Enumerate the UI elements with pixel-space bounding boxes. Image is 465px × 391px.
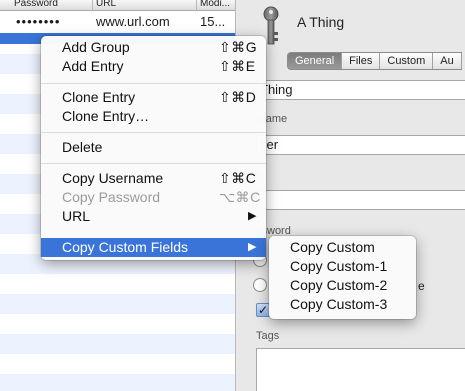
modified-cell: 15... bbox=[200, 14, 226, 29]
url-field[interactable] bbox=[256, 190, 465, 210]
menu-item-url[interactable]: URL ▶ bbox=[41, 207, 266, 226]
submenu-item-copy-custom-2[interactable]: Copy Custom-2 bbox=[269, 276, 416, 295]
menu-item-copy-username[interactable]: Copy Username ⇧⌘C bbox=[41, 169, 266, 188]
checkbox[interactable]: ✓ bbox=[256, 303, 270, 317]
tags-field[interactable] bbox=[256, 348, 465, 391]
column-header-url[interactable]: URL bbox=[96, 0, 116, 9]
menu-item-clone-entry-dialog[interactable]: Clone Entry… bbox=[41, 107, 266, 126]
menu-item-label: Copy Custom bbox=[290, 239, 375, 255]
password-cell: •••••••• bbox=[16, 14, 61, 29]
tab-custom[interactable]: Custom bbox=[380, 53, 434, 69]
menu-item-label: Clone Entry… bbox=[62, 108, 150, 124]
menu-separator bbox=[41, 132, 266, 133]
menu-item-copy-password: Copy Password ⌥⌘C bbox=[41, 188, 266, 207]
menu-item-copy-custom-fields[interactable]: Copy Custom Fields ▶ bbox=[41, 238, 266, 257]
menu-item-label: URL bbox=[62, 208, 91, 224]
menu-separator bbox=[41, 83, 266, 84]
menu-shortcut: ⌥⌘C bbox=[219, 189, 261, 205]
entry-title: A Thing bbox=[297, 14, 345, 30]
menu-item-label: Copy Username bbox=[62, 170, 164, 186]
table-header: Password URL Modi... bbox=[0, 0, 235, 11]
column-header-modified[interactable]: Modi... bbox=[200, 0, 230, 9]
tags-label: Tags bbox=[256, 330, 280, 342]
tab-files[interactable]: Files bbox=[342, 53, 381, 69]
menu-item-label: Copy Custom-1 bbox=[290, 258, 388, 274]
context-menu: Add Group ⇧⌘G Add Entry ⇧⌘E Clone Entry … bbox=[41, 36, 266, 260]
table-row[interactable] bbox=[0, 334, 235, 354]
menu-item-label: Add Group bbox=[62, 39, 130, 55]
submenu-item-copy-custom-1[interactable]: Copy Custom-1 bbox=[269, 257, 416, 276]
detail-tabs: General Files Custom Au bbox=[287, 52, 462, 70]
menu-item-clone-entry[interactable]: Clone Entry ⇧⌘D bbox=[41, 88, 266, 107]
menu-shortcut: ⇧⌘C bbox=[219, 170, 257, 186]
table-row[interactable] bbox=[0, 294, 235, 314]
menu-item-label: Copy Custom-2 bbox=[290, 277, 388, 293]
username-field[interactable]: ser bbox=[256, 135, 465, 155]
submenu-arrow-icon: ▶ bbox=[248, 210, 257, 222]
submenu-arrow-icon: ▶ bbox=[248, 241, 257, 253]
url-cell: www.url.com bbox=[96, 14, 170, 29]
menu-item-label: Clone Entry bbox=[62, 89, 136, 105]
menu-item-add-entry[interactable]: Add Entry ⇧⌘E bbox=[41, 57, 266, 76]
menu-shortcut: ⇧⌘D bbox=[219, 89, 257, 105]
menu-shortcut: ⇧⌘G bbox=[219, 39, 258, 55]
menu-item-delete[interactable]: Delete bbox=[41, 138, 266, 157]
submenu-item-copy-custom[interactable]: Copy Custom bbox=[269, 238, 416, 257]
copy-custom-fields-submenu: Copy Custom Copy Custom-1 Copy Custom-2 … bbox=[269, 236, 416, 319]
menu-item-label: Delete bbox=[62, 139, 103, 155]
tab-auto-type[interactable]: Au bbox=[433, 53, 462, 69]
column-divider[interactable] bbox=[196, 0, 197, 11]
submenu-item-copy-custom-3[interactable]: Copy Custom-3 bbox=[269, 295, 416, 314]
menu-item-label: Copy Password bbox=[62, 189, 161, 205]
table-row[interactable]: •••••••• www.url.com 15... bbox=[0, 11, 235, 33]
menu-item-add-group[interactable]: Add Group ⇧⌘G bbox=[41, 38, 266, 57]
table-row[interactable] bbox=[0, 374, 235, 391]
menu-item-label: Add Entry bbox=[62, 58, 124, 74]
menu-shortcut: ⇧⌘E bbox=[219, 58, 256, 74]
menu-item-label: Copy Custom-3 bbox=[290, 296, 388, 312]
tab-general[interactable]: General bbox=[288, 53, 343, 69]
menu-separator bbox=[41, 163, 266, 164]
menu-item-label: Copy Custom Fields bbox=[62, 239, 189, 255]
title-field[interactable]: Thing bbox=[256, 80, 465, 100]
radio-button[interactable] bbox=[253, 278, 267, 292]
column-divider[interactable] bbox=[92, 0, 93, 11]
option-label: e bbox=[418, 279, 425, 293]
column-header-password[interactable]: Password bbox=[14, 0, 58, 9]
